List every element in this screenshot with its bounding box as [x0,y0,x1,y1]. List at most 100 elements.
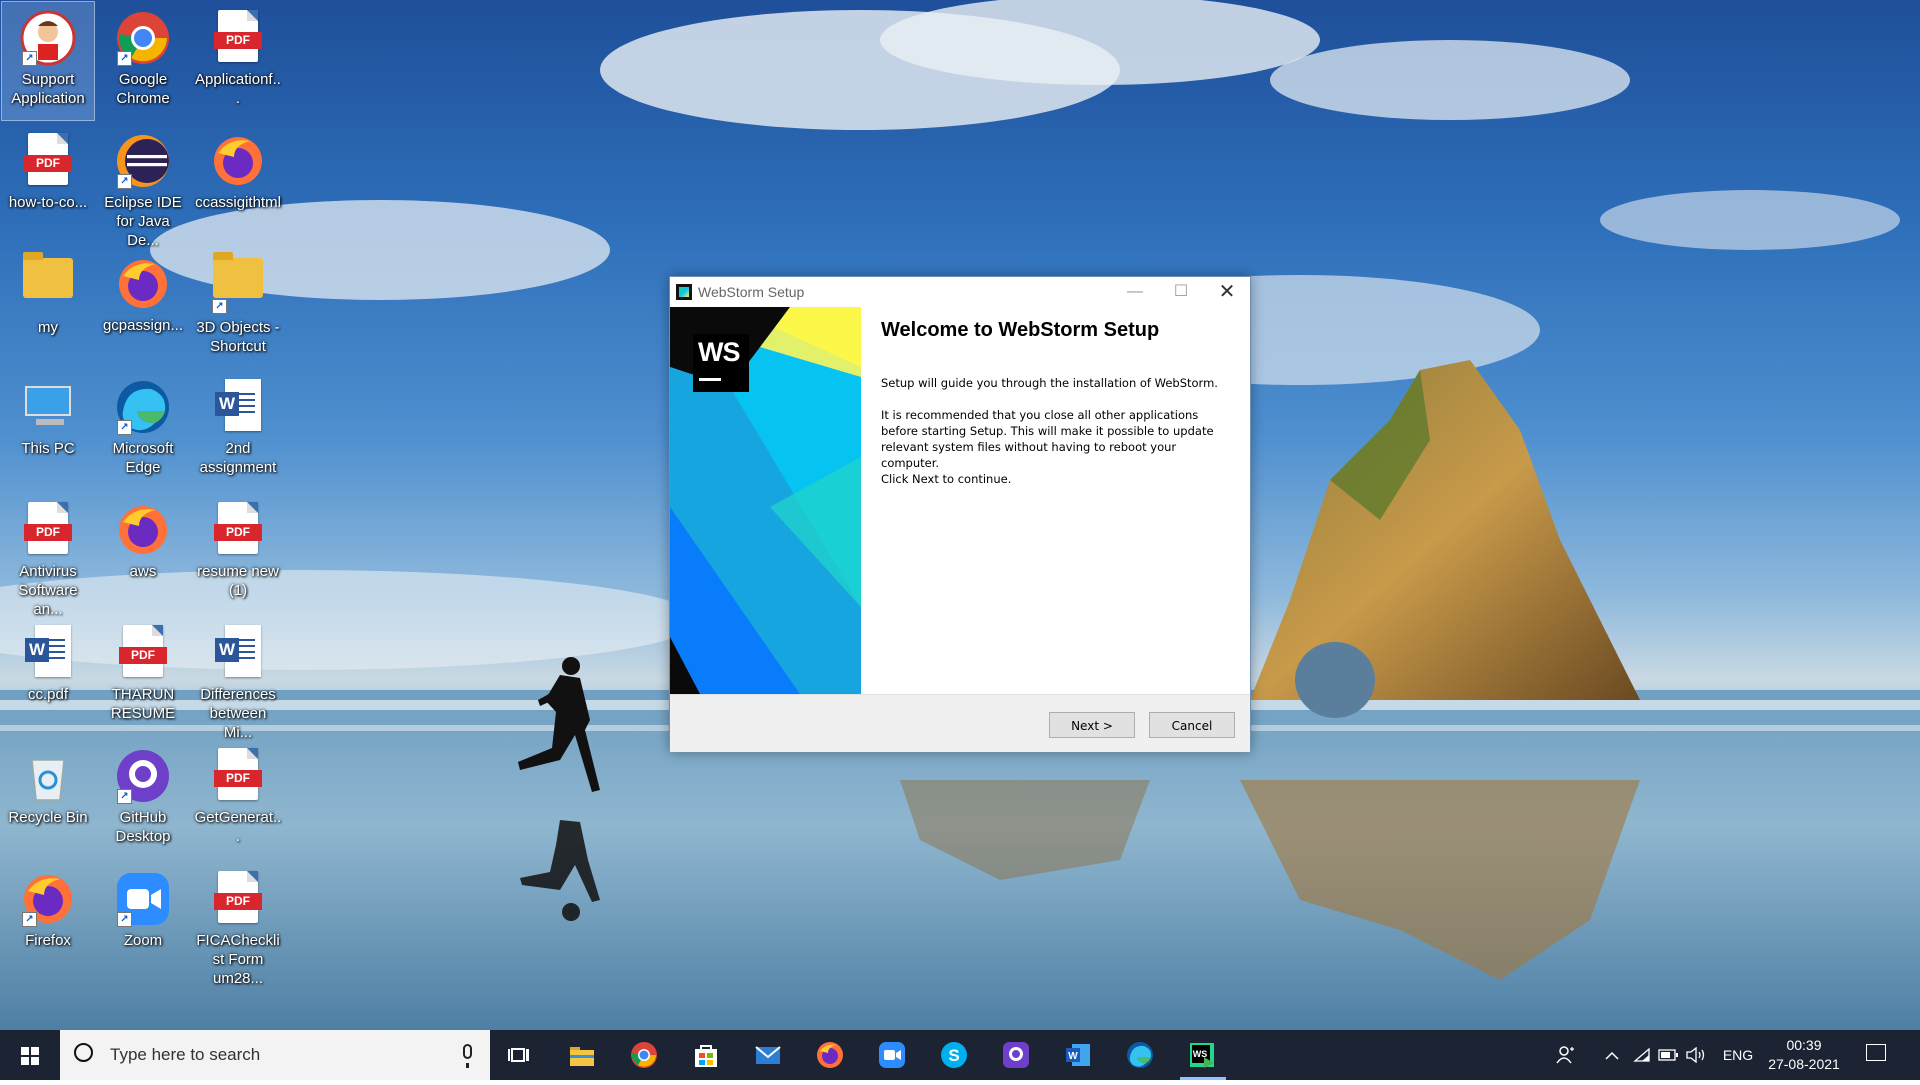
wifi-icon[interactable] [1630,1030,1654,1080]
folder-icon [20,252,76,314]
desktop-icon-label: Differences between Mi... [200,686,276,741]
desktop-icon-gcpassign[interactable]: gcpassign... [97,248,189,366]
taskbar-mail[interactable] [738,1030,800,1080]
github-icon [1003,1042,1029,1068]
desktop-icon-resume-new[interactable]: PDF resume new (1) [192,494,284,612]
desktop-icon-cc-pdf[interactable]: Wcc.pdf [2,617,94,735]
desktop-icon-how-to-co[interactable]: PDF how-to-co... [2,125,94,243]
pdf-file-icon: PDF [210,748,266,804]
action-center-icon[interactable] [1866,1044,1886,1061]
taskbar-webstorm-setup[interactable]: WS [1172,1030,1234,1080]
desktop-icon-google-chrome[interactable]: ↗ Google Chrome [97,2,189,120]
desktop-icon-ccassigithtml[interactable]: ccassigithtml [192,125,284,243]
taskbar-github-desktop[interactable] [986,1030,1048,1080]
continue-text: Click Next to continue. [881,472,1012,486]
desktop-icon-this-pc[interactable]: This PC [2,371,94,489]
desktop-icon-support-application[interactable]: ↗ Support Application [1,1,95,121]
desktop-icon-3d-objects-shortcut[interactable]: ↗ 3D Objects - Shortcut [192,248,284,366]
cancel-button[interactable]: Cancel [1149,712,1235,738]
webstorm-app-icon [676,284,692,300]
chrome-icon [631,1042,657,1068]
desktop-icon-label: GetGenerat... [194,809,282,845]
pdf-file-icon: PDF [210,10,266,66]
pdf-tag: PDF [214,770,262,787]
shortcut-arrow-icon: ↗ [117,912,132,927]
eclipse-icon: ↗ [115,133,171,189]
desktop-icon-label: Antivirus Software an... [18,563,78,618]
mail-icon [755,1046,781,1064]
support-application-icon: ↗ [20,10,76,66]
minimize-button[interactable]: — [1112,277,1158,307]
pdf-file-icon: PDF [20,133,76,189]
maximize-button[interactable]: ☐ [1158,277,1204,307]
recycle-bin-icon [20,748,76,804]
computer-icon [20,379,76,435]
word-icon: W [1066,1044,1090,1066]
taskbar-firefox[interactable] [800,1030,862,1080]
desktop-icon-firefox[interactable]: ↗ Firefox [2,863,94,981]
people-icon[interactable] [1552,1030,1580,1080]
firefox-icon: ↗ [20,871,76,927]
desktop-icon-recycle-bin[interactable]: Recycle Bin [2,740,94,858]
next-button[interactable]: Next > [1049,712,1135,738]
desktop-icon-2nd-assignment[interactable]: W 2nd assignment [192,371,284,489]
ws-logo: WS [693,334,749,392]
clock-time: 00:39 [1786,1037,1822,1053]
battery-icon[interactable] [1656,1030,1680,1080]
taskbar-edge[interactable] [1110,1030,1172,1080]
webstorm-installer-icon: WS [1190,1043,1214,1068]
edge-icon: ↗ [115,379,171,435]
desktop-icon-zoom[interactable]: ↗ Zoom [97,863,189,981]
taskbar-store[interactable] [676,1030,738,1080]
desktop-icon-label: aws [129,563,157,580]
taskbar-zoom[interactable] [862,1030,924,1080]
dialog-title: WebStorm Setup [698,284,805,300]
desktop-icon-label: Google Chrome [116,71,170,107]
close-button[interactable]: ✕ [1204,277,1250,307]
shortcut-arrow-icon: ↗ [117,789,132,804]
ws-logo-underline [699,378,721,381]
3d-objects-icon: ↗ [210,252,266,314]
desktop-icon-ficachecklist-form[interactable]: PDF FICAChecklist Form um28... [192,863,284,987]
github-icon: ↗ [115,748,171,804]
desktop-icon-aws[interactable]: aws [97,494,189,612]
desktop-icon-label: cc.pdf [27,686,69,703]
dialog-titlebar[interactable]: WebStorm Setup — ☐ ✕ [670,277,1250,307]
pdf-tag: PDF [214,524,262,541]
chrome-icon: ↗ [115,10,171,66]
intro-text: Setup will guide you through the install… [881,376,1218,390]
taskbar-chrome[interactable] [614,1030,676,1080]
desktop-icon-tharun-resume[interactable]: PDF THARUN RESUME [97,617,189,735]
start-button[interactable] [0,1030,60,1080]
search-placeholder: Type here to search [110,1045,261,1064]
task-view-button[interactable] [490,1030,552,1080]
word-file-icon: W [20,625,76,681]
desktop-icon-label: ccassigithtml [195,194,281,211]
desktop-icon-label: Eclipse IDE for Java De... [104,194,182,249]
taskbar-clock[interactable]: 00:39 27-08-2021 [1762,1036,1846,1074]
microphone-icon[interactable] [463,1044,472,1068]
webstorm-setup-dialog[interactable]: WebStorm Setup — ☐ ✕ WS Welcome to WebSt… [669,276,1251,752]
word-tag: W [25,638,49,662]
taskbar-search-box[interactable]: Type here to search [60,1030,490,1080]
firefox-icon [210,133,266,189]
desktop-icon-my[interactable]: my [2,248,94,366]
show-hidden-icons-chevron-icon[interactable] [1600,1030,1624,1080]
svg-text:WS: WS [1193,1049,1208,1059]
taskbar-word[interactable]: W [1048,1030,1110,1080]
taskbar-skype[interactable]: S [924,1030,986,1080]
taskbar-file-explorer[interactable] [552,1030,614,1080]
desktop-icon-applicationf[interactable]: PDF Applicationf... [192,2,284,120]
desktop-icon-github-desktop[interactable]: ↗ GitHub Desktop [97,740,189,858]
store-bag-icon [695,1045,717,1067]
desktop-icon-antivirus-software[interactable]: PDF Antivirus Software an... [2,494,94,618]
desktop-icon-differences-between[interactable]: W Differences between Mi... [192,617,284,741]
desktop-icon-label: how-to-co... [8,194,88,211]
desktop-icon-getgenerat[interactable]: PDF GetGenerat... [192,740,284,858]
language-indicator[interactable]: ENG [1718,1030,1758,1080]
edge-icon [1127,1042,1153,1068]
desktop-icon-microsoft-edge[interactable]: ↗ Microsoft Edge [97,371,189,489]
desktop-icon-eclipse-ide[interactable]: ↗ Eclipse IDE for Java De... [97,125,189,249]
volume-icon[interactable] [1682,1030,1710,1080]
welcome-heading: Welcome to WebStorm Setup [881,319,1160,341]
